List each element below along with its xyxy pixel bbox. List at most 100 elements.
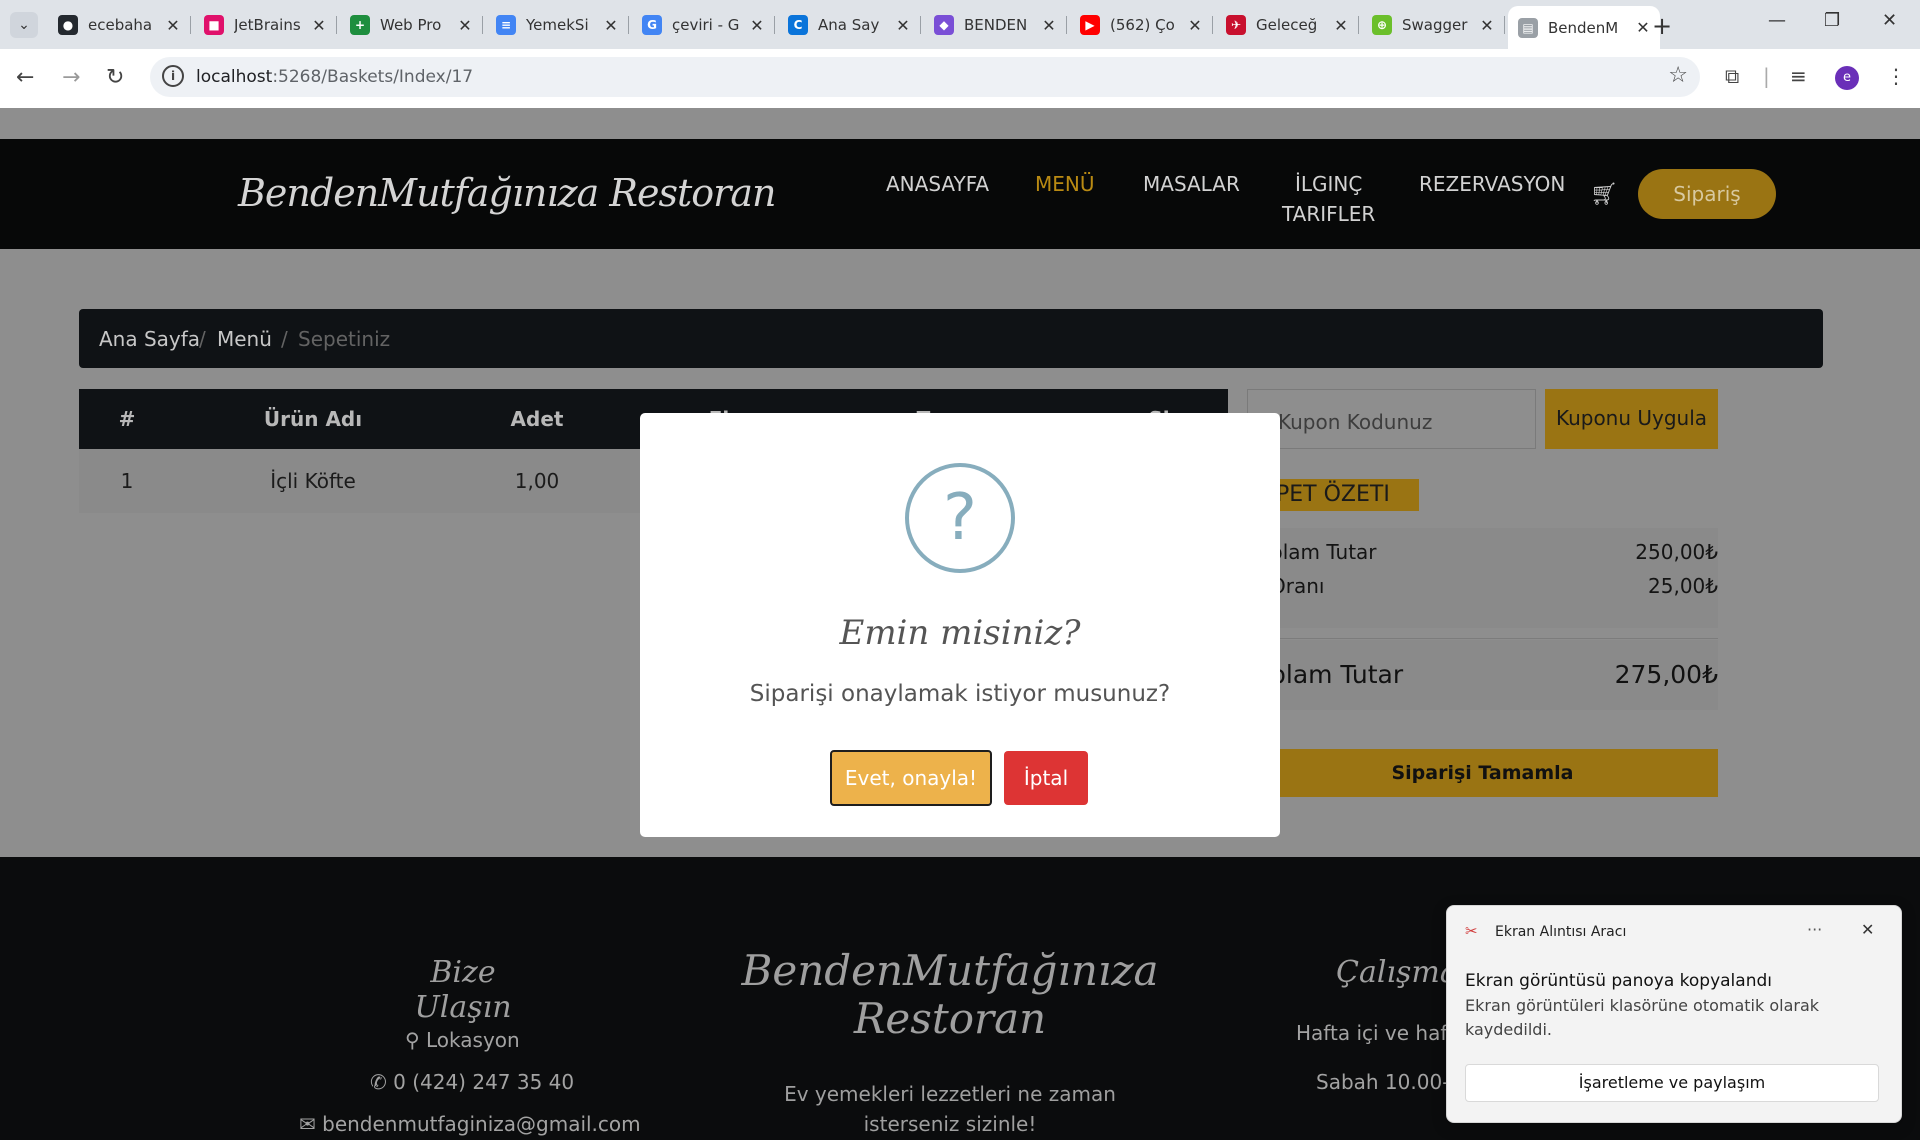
browser-tab[interactable]: ⊕ Swagger ✕ [1362,8,1505,42]
summary-title: PET ÖZETI [1270,479,1419,511]
close-tab-icon[interactable]: ✕ [1038,16,1060,35]
breadcrumb-menu[interactable]: Menü [217,327,272,351]
dialog-title: Emin misiniz? [839,613,1081,653]
nav-anasayfa[interactable]: ANASAYFA [886,169,989,199]
restore-button[interactable]: ❐ [1824,10,1840,31]
tab-title: Web Pro [380,16,442,34]
footer-email[interactable]: ✉ bendenmutfaginiza@gmail.com [299,1112,641,1136]
close-window-button[interactable]: ✕ [1882,10,1897,31]
footer-hours-line1: Hafta içi ve hafta [1296,1021,1468,1045]
tab-strip: ⌄ ● ecebaha ✕ ■ JetBrains ✕ + Web Pro ✕ ≡ YemekSi ✕… [0,0,1920,49]
browser-tab[interactable]: ▶ (562) Ço ✕ [1070,8,1213,42]
close-tab-icon[interactable]: ✕ [1476,16,1498,35]
question-icon: ? [905,463,1015,573]
browser-tab[interactable]: ◆ BENDEN ✕ [924,8,1067,42]
browser-tab[interactable]: ✈ Geleceğ ✕ [1216,8,1359,42]
site-logo[interactable]: BendenMutfağınıza Restoran [238,171,776,215]
map-pin-icon: ⚲ [405,1028,427,1052]
forward-icon[interactable]: → [62,65,80,90]
markup-share-button[interactable]: İşaretleme ve paylaşım [1465,1064,1879,1102]
col-header-quantity: Adet [510,407,564,431]
close-tab-icon[interactable]: ✕ [1184,16,1206,35]
breadcrumb-home[interactable]: Ana Sayfa [99,327,200,351]
tab-separator [1212,16,1213,34]
tab-separator [920,16,921,34]
browser-tab[interactable]: C Ana Say ✕ [778,8,921,42]
tab-title: ecebaha [88,16,153,34]
bookmark-star-icon[interactable]: ☆ [1668,63,1688,88]
site-info-icon[interactable]: i [162,65,184,87]
cell-product: İçli Köfte [270,469,356,493]
browser-tab[interactable]: ● ecebaha ✕ [48,8,191,42]
tab-separator [336,16,337,34]
minimize-button[interactable]: — [1768,10,1786,31]
new-tab-button[interactable]: + [1652,12,1672,40]
snipping-tool-notification[interactable]: ✂ Ekran Alıntısı Aracı ··· ✕ Ekran görün… [1446,905,1902,1123]
footer-brand-line2: Restoran [853,994,1047,1043]
browser-tab[interactable]: + Web Pro ✕ [340,8,483,42]
col-header-index: # [118,407,136,431]
nav-rezervasyon[interactable]: REZERVASYON [1419,169,1565,199]
close-tab-icon[interactable]: ✕ [892,16,914,35]
close-icon[interactable]: ✕ [1861,920,1874,939]
cell-index: 1 [120,469,134,493]
close-tab-icon[interactable]: ✕ [1632,18,1654,37]
nav-menu[interactable]: MENÜ [1035,169,1095,199]
docs-icon: ≡ [496,15,516,35]
tab-title: BENDEN [964,16,1028,34]
browser-tab[interactable]: ■ JetBrains ✕ [194,8,337,42]
nav-ilginc-tarifler[interactable]: İLGINÇ TARIFLER [1282,169,1375,229]
menu-kebab-icon[interactable]: ⋮ [1886,64,1906,88]
summary-total-label: plam Tutar [1270,660,1404,689]
browser-tab[interactable]: Gçeviri - G ✕ [632,8,775,42]
close-tab-icon[interactable]: ✕ [162,16,184,35]
snipping-tool-icon: ✂ [1465,922,1478,940]
dialog-message: Siparişi onaylamak istiyor musunuz? [749,681,1171,707]
apply-coupon-button[interactable]: Kuponu Uygula [1545,389,1718,449]
tab-separator [190,16,191,34]
nav-masalar[interactable]: MASALAR [1143,169,1240,199]
confirm-button[interactable]: Evet, onayla! [830,750,992,806]
summary-total-value: 275,00₺ [1614,660,1718,689]
extensions-icon[interactable]: ⧉ [1725,64,1739,88]
url-text[interactable]: localhost:5268/Baskets/Index/17 [196,67,473,87]
cart-icon[interactable]: 🛒︎ [1590,182,1618,207]
youtube-icon: ▶ [1080,15,1100,35]
profile-avatar[interactable]: e [1835,66,1859,90]
browser-tab[interactable]: ≡ YemekSi ✕ [486,8,629,42]
close-tab-icon[interactable]: ✕ [746,16,768,35]
tab-separator [774,16,775,34]
close-tab-icon[interactable]: ✕ [600,16,622,35]
notification-app-name: Ekran Alıntısı Aracı [1495,924,1627,940]
complete-order-button[interactable]: Siparişi Tamamla [1247,749,1718,797]
coupon-input[interactable]: Kupon Kodunuz [1247,389,1536,449]
close-tab-icon[interactable]: ✕ [1330,16,1352,35]
reload-icon[interactable]: ↻ [106,65,124,90]
url-host: localhost [196,67,273,87]
close-tab-icon[interactable]: ✕ [454,16,476,35]
order-button[interactable]: Sipariş [1638,169,1776,219]
page-icon: ▤ [1518,17,1538,38]
back-icon[interactable]: ← [16,65,34,90]
more-options-icon[interactable]: ··· [1807,920,1822,939]
jetbrains-icon: ■ [204,15,224,35]
footer-contact-title: Bize Ulaşın [414,955,512,1025]
footer-location-text: Lokasyon [426,1028,520,1052]
tab-search-button[interactable]: ⌄ [10,12,38,38]
footer-brand-text: Ev yemekleri lezzetleri ne zaman isterse… [784,1082,1116,1136]
tab-separator [482,16,483,34]
col-header-product: Ürün Adı [263,407,363,431]
browser-tab[interactable]: ▤ BendenM ✕ [1508,6,1660,49]
notification-title: Ekran görüntüsü panoya kopyalandı [1465,971,1772,991]
footer-location[interactable]: ⚲ Lokasyon [405,1028,520,1052]
breadcrumb-separator: / [281,327,288,351]
close-tab-icon[interactable]: ✕ [308,16,330,35]
summary-tax-value: 25,00₺ [1648,574,1718,598]
tab-separator [1358,16,1359,34]
address-bar[interactable]: i localhost:5268/Baskets/Index/17 ☆ [150,57,1700,97]
footer-phone[interactable]: ✆ 0 (424) 247 35 40 [370,1070,574,1094]
cancel-button[interactable]: İptal [1004,751,1088,805]
tab-title: Geleceğ [1256,16,1318,34]
media-control-icon[interactable]: ≡ [1790,64,1807,88]
summary-subtotal-label: plam Tutar [1270,540,1377,564]
